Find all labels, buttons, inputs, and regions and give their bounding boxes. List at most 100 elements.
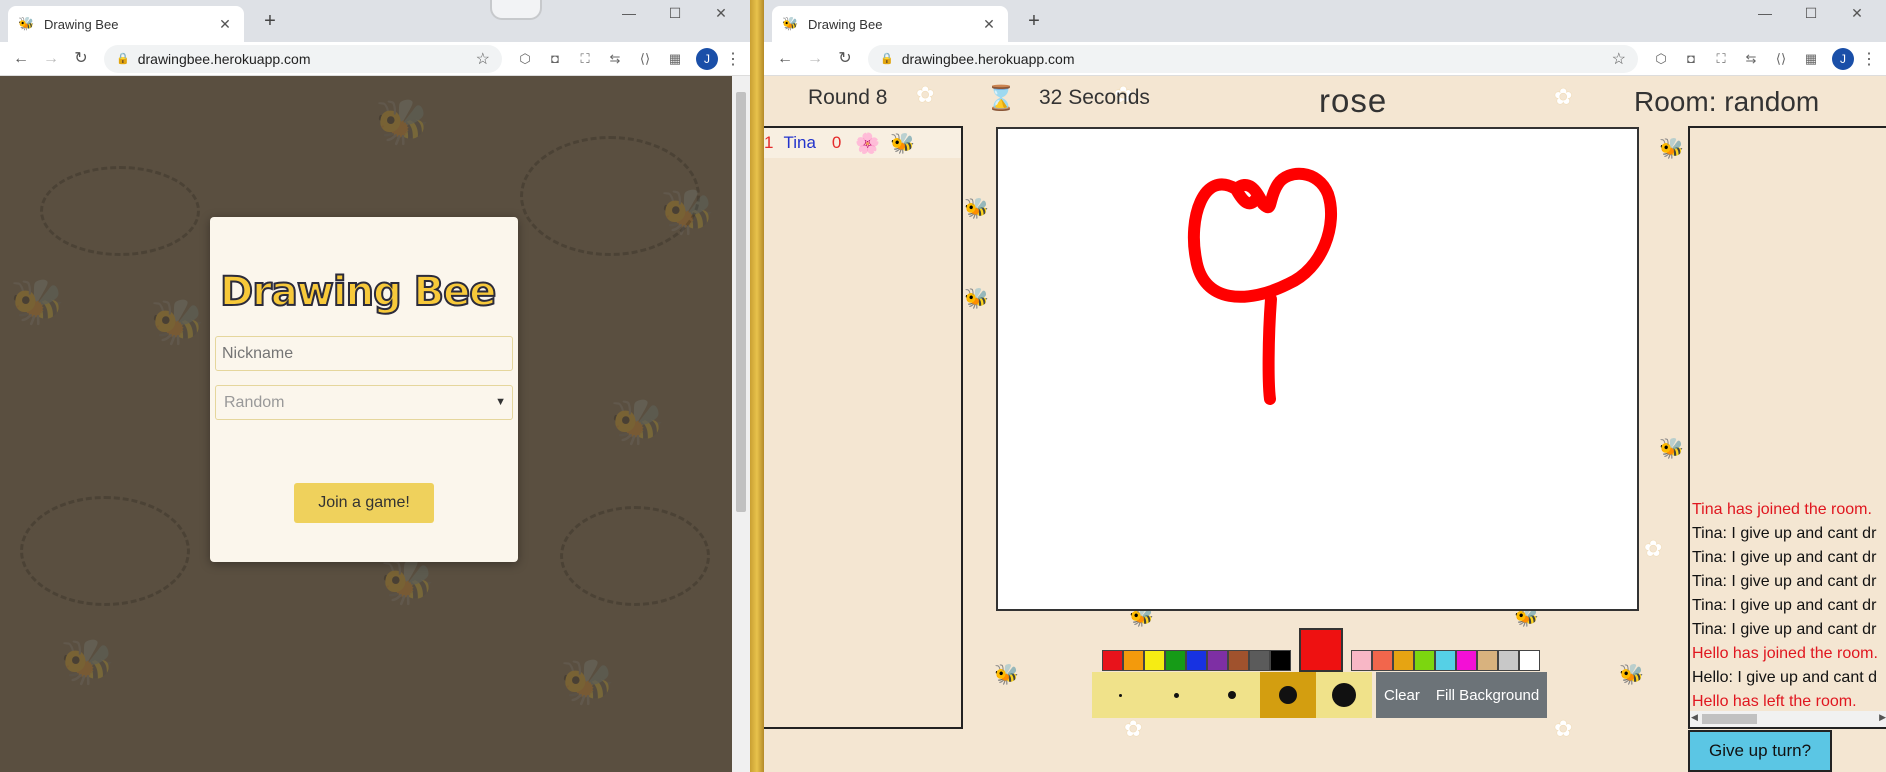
player-row: 1 Tina 0 🌸 🐝 — [764, 128, 961, 158]
forward-button[interactable]: → — [38, 46, 64, 72]
color-swatch[interactable] — [1372, 649, 1393, 671]
star-icon[interactable]: ☆ — [1612, 49, 1626, 69]
window-handle[interactable] — [490, 0, 542, 20]
url-text: drawingbee.herokuapp.com — [901, 50, 1075, 67]
forward-button[interactable]: → — [802, 46, 828, 72]
address-bar[interactable]: 🔒 drawingbee.herokuapp.com ☆ — [868, 44, 1638, 73]
brush-size-button[interactable] — [1316, 672, 1372, 718]
brush-size-button[interactable] — [1204, 672, 1260, 718]
player-rank: 1 — [764, 133, 774, 152]
tab-strip: 🐝 Drawing Bee ✕ + — ☐ ✕ — [764, 0, 1886, 42]
give-up-turn-button[interactable]: Give up turn? — [1688, 730, 1832, 772]
color-swatch[interactable] — [1123, 649, 1144, 671]
color-swatch[interactable] — [1477, 649, 1498, 671]
bee-icon: 🐝 — [890, 132, 916, 155]
color-swatch[interactable] — [1393, 649, 1414, 671]
color-swatch[interactable] — [1435, 649, 1456, 671]
join-game-button[interactable]: Join a game! — [294, 483, 434, 523]
brush-dot-icon — [1228, 691, 1236, 699]
extension-icon[interactable]: ⬡ — [512, 46, 538, 72]
code-icon[interactable]: ⟨⟩ — [1768, 46, 1794, 72]
color-swatch[interactable] — [1165, 649, 1186, 671]
brush-size-button[interactable] — [1148, 672, 1204, 718]
color-swatch[interactable] — [1228, 649, 1249, 671]
scrollbar-thumb[interactable] — [736, 92, 746, 512]
hourglass-icon: ⌛ — [986, 85, 1016, 112]
brush-dot-icon — [1279, 686, 1297, 704]
scroll-left-icon[interactable]: ◀ — [1691, 712, 1698, 723]
new-tab-button[interactable]: + — [1022, 10, 1046, 34]
scroll-right-icon[interactable]: ▶ — [1879, 712, 1886, 723]
bee-icon: 🐝 — [1659, 138, 1684, 160]
chat-message: Tina: I give up and cant dr — [1692, 549, 1877, 566]
arrows-icon[interactable]: ⇆ — [602, 46, 628, 72]
color-swatch[interactable] — [1186, 649, 1207, 671]
brush-size-button[interactable] — [1260, 672, 1316, 718]
color-swatch[interactable] — [1498, 649, 1519, 671]
clear-button[interactable]: Clear — [1376, 672, 1428, 718]
room-select-value: Random — [224, 393, 285, 411]
color-swatch[interactable] — [1456, 649, 1477, 671]
minimize-icon[interactable]: — — [1742, 2, 1788, 26]
avatar[interactable]: J — [696, 47, 718, 70]
lock-icon: 🔒 — [880, 53, 894, 65]
page-viewport: 🐝 🐝 🐝 🐝 🐝 🐝 🐝 🐝 Drawing Bee Random ▼ Joi… — [0, 76, 732, 772]
pocket-icon[interactable]: ◘ — [542, 46, 568, 72]
color-swatch[interactable] — [1249, 649, 1270, 671]
color-swatch[interactable] — [1519, 649, 1540, 671]
color-swatch[interactable] — [1144, 649, 1165, 671]
minimize-icon[interactable]: — — [606, 2, 652, 26]
back-button[interactable]: ← — [772, 46, 798, 72]
arrows-icon[interactable]: ⇆ — [1738, 46, 1764, 72]
extension-icon[interactable]: ⬡ — [1648, 46, 1674, 72]
bee-icon: 🐝 — [964, 288, 989, 310]
address-bar[interactable]: 🔒 drawingbee.herokuapp.com ☆ — [104, 44, 502, 73]
current-color — [1299, 628, 1343, 672]
chat-log: Tina has joined the room. Tina: I give up… — [1690, 498, 1886, 714]
color-swatch[interactable] — [1414, 649, 1435, 671]
bee-icon: 🐝 — [964, 198, 989, 220]
star-icon[interactable]: ☆ — [476, 49, 490, 69]
browser-tab[interactable]: 🐝 Drawing Bee ✕ — [772, 6, 1008, 42]
scrollbar-thumb[interactable] — [1702, 714, 1757, 724]
room-select[interactable]: Random ▼ — [215, 385, 513, 420]
pocket-icon[interactable]: ◘ — [1678, 46, 1704, 72]
nickname-input[interactable] — [215, 336, 513, 371]
maximize-icon[interactable]: ☐ — [652, 2, 698, 26]
back-button[interactable]: ← — [8, 46, 34, 72]
page-scrollbar[interactable] — [732, 76, 750, 772]
color-swatch[interactable] — [1270, 649, 1291, 671]
timer-label: 32 Seconds — [1039, 86, 1150, 109]
new-tab-button[interactable]: + — [258, 10, 282, 34]
browser-tab[interactable]: 🐝 Drawing Bee ✕ — [8, 6, 244, 42]
code-icon[interactable]: ⟨⟩ — [632, 46, 658, 72]
fill-background-button[interactable]: Fill Background — [1428, 672, 1547, 718]
browser-window-right: 🐝 Drawing Bee ✕ + — ☐ ✕ ← → ↻ 🔒 drawingb… — [764, 0, 1886, 772]
image-icon[interactable]: ▦ — [1798, 46, 1824, 72]
close-window-icon[interactable]: ✕ — [1834, 2, 1880, 26]
reload-button[interactable]: ↻ — [68, 46, 94, 72]
reload-button[interactable]: ↻ — [832, 46, 858, 72]
drawing-canvas[interactable] — [996, 127, 1639, 611]
color-swatch[interactable] — [1102, 649, 1123, 671]
maximize-icon[interactable]: ☐ — [1788, 2, 1834, 26]
palette-right — [1351, 649, 1540, 671]
player-name: Tina — [783, 133, 816, 152]
screenshot-icon[interactable]: ⛶ — [572, 46, 598, 72]
image-icon[interactable]: ▦ — [662, 46, 688, 72]
dashed-path — [520, 136, 700, 256]
close-tab-icon[interactable]: ✕ — [216, 16, 234, 33]
screenshot-icon[interactable]: ⛶ — [1708, 46, 1734, 72]
color-swatch[interactable] — [1351, 649, 1372, 671]
brush-size-button[interactable] — [1092, 672, 1148, 718]
browser-toolbar: ← → ↻ 🔒 drawingbee.herokuapp.com ☆ ⬡ ◘ ⛶… — [0, 42, 750, 76]
close-tab-icon[interactable]: ✕ — [980, 16, 998, 33]
close-window-icon[interactable]: ✕ — [698, 2, 744, 26]
tab-title: Drawing Bee — [808, 16, 883, 32]
chat-scrollbar[interactable]: ◀ ▶ — [1690, 711, 1886, 727]
brush-sizes — [1092, 672, 1372, 718]
avatar[interactable]: J — [1832, 47, 1854, 70]
color-swatch[interactable] — [1207, 649, 1228, 671]
menu-icon[interactable]: ⋮ — [1860, 49, 1878, 69]
menu-icon[interactable]: ⋮ — [724, 49, 742, 69]
